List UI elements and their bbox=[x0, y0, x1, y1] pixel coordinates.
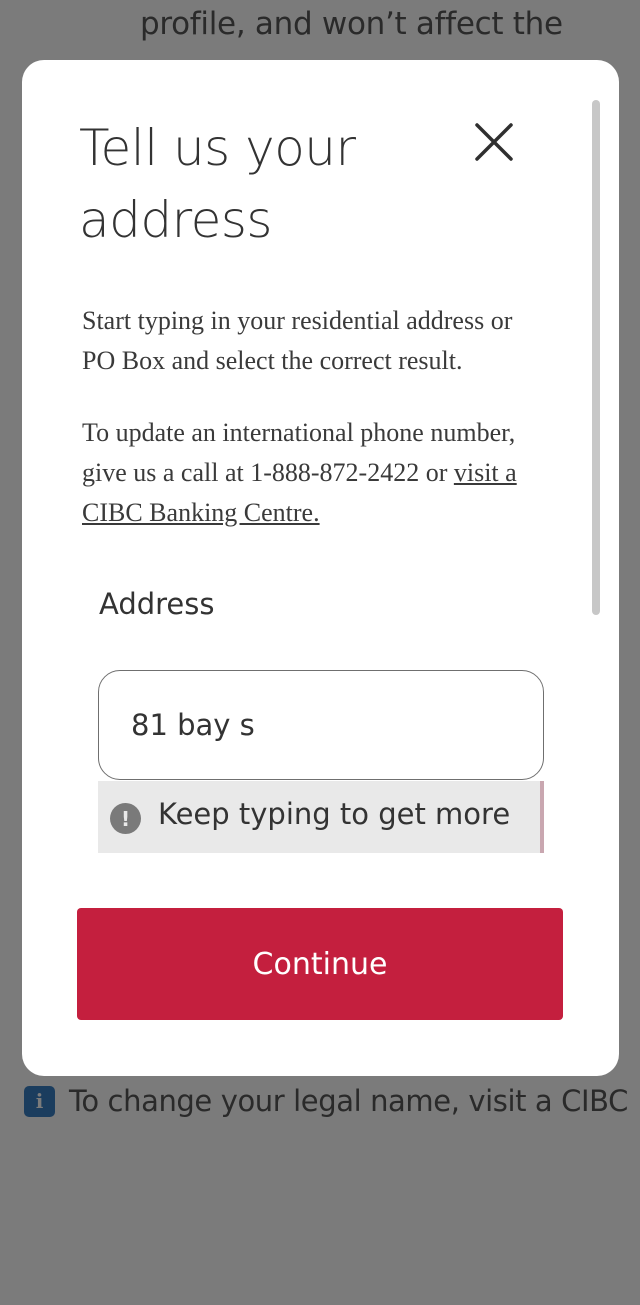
info-icon: i bbox=[24, 1085, 55, 1117]
instructions-text: Start typing in your residential address… bbox=[82, 306, 513, 375]
modal-title: Tell us your address bbox=[79, 119, 356, 249]
address-suggestions: ! Keep typing to get more bbox=[98, 781, 544, 853]
legal-name-info-text: To change your legal name, visit a CIBC bbox=[69, 1084, 628, 1118]
alert-icon: ! bbox=[110, 803, 141, 834]
address-label: Address bbox=[99, 587, 215, 621]
address-input[interactable] bbox=[131, 708, 511, 742]
legal-name-info: i To change your legal name, visit a CIB… bbox=[24, 1084, 628, 1118]
phone-update-text: To update an international phone number,… bbox=[82, 413, 552, 533]
close-button[interactable] bbox=[472, 120, 516, 164]
address-modal: Tell us your address Start typing in you… bbox=[22, 60, 619, 1076]
continue-button[interactable]: Continue bbox=[77, 908, 563, 1020]
page: profile, and won’t affect the i To chang… bbox=[0, 0, 640, 1305]
suggestion-hint: Keep typing to get more bbox=[158, 797, 511, 831]
modal-scrollbar[interactable] bbox=[592, 100, 600, 615]
phone-update-body: To update an international phone number,… bbox=[82, 418, 516, 487]
address-field[interactable] bbox=[98, 670, 544, 780]
close-icon bbox=[475, 123, 513, 161]
background-text: profile, and won’t affect the bbox=[140, 6, 563, 42]
